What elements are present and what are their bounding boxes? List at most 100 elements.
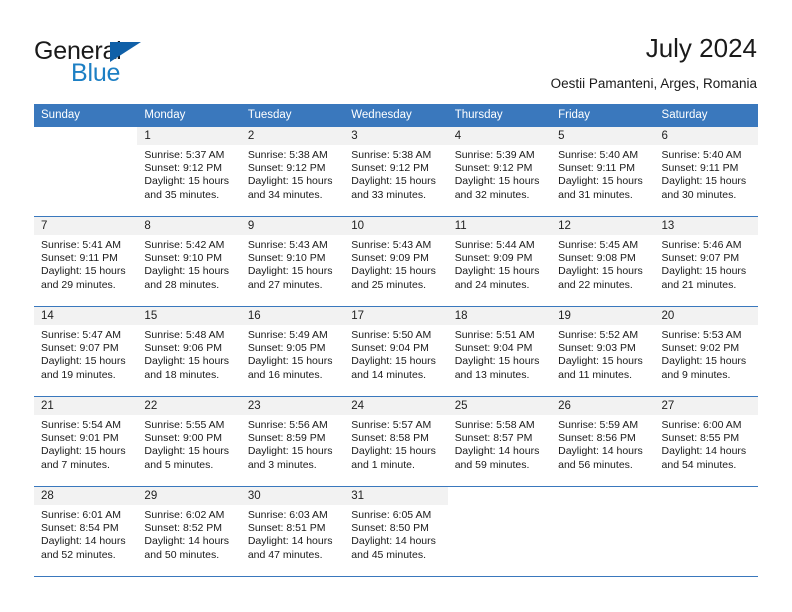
calendar-day-cell[interactable]: 17 Sunrise: 5:50 AM Sunset: 9:04 PM Dayl… bbox=[344, 306, 448, 397]
calendar-day-cell[interactable]: 16 Sunrise: 5:49 AM Sunset: 9:05 PM Dayl… bbox=[240, 306, 345, 397]
day-info: Sunrise: 5:43 AM Sunset: 9:10 PM Dayligh… bbox=[241, 235, 344, 292]
calendar-day-cell[interactable]: 1 Sunrise: 5:37 AM Sunset: 9:12 PM Dayli… bbox=[137, 126, 241, 217]
daylight-text: Daylight: 15 hours and 16 minutes. bbox=[247, 355, 333, 381]
calendar-day-cell[interactable]: 15 Sunrise: 5:48 AM Sunset: 9:06 PM Dayl… bbox=[137, 306, 241, 397]
day-number: 15 bbox=[137, 307, 241, 325]
day-cell-inner: 18 Sunrise: 5:51 AM Sunset: 9:04 PM Dayl… bbox=[447, 307, 552, 396]
calendar-day-cell[interactable]: 12 Sunrise: 5:45 AM Sunset: 9:08 PM Dayl… bbox=[551, 216, 655, 307]
calendar-day-cell[interactable]: 11 Sunrise: 5:44 AM Sunset: 9:09 PM Dayl… bbox=[447, 216, 552, 307]
day-number: 28 bbox=[34, 487, 138, 505]
calendar-day-cell[interactable] bbox=[34, 126, 138, 217]
day-info: Sunrise: 6:00 AM Sunset: 8:55 PM Dayligh… bbox=[655, 415, 758, 472]
daylight-text: Daylight: 15 hours and 14 minutes. bbox=[351, 355, 436, 381]
sunrise-text: Sunrise: 5:53 AM bbox=[661, 329, 742, 341]
calendar-day-cell[interactable]: 6 Sunrise: 5:40 AM Sunset: 9:11 PM Dayli… bbox=[654, 126, 758, 217]
calendar-day-cell[interactable]: 25 Sunrise: 5:58 AM Sunset: 8:57 PM Dayl… bbox=[447, 396, 552, 487]
calendar-day-cell[interactable]: 13 Sunrise: 5:46 AM Sunset: 9:07 PM Dayl… bbox=[654, 216, 758, 307]
sunset-text: Sunset: 9:12 PM bbox=[247, 162, 326, 175]
day-cell-inner: 13 Sunrise: 5:46 AM Sunset: 9:07 PM Dayl… bbox=[654, 217, 758, 306]
day-cell-inner: 10 Sunrise: 5:43 AM Sunset: 9:09 PM Dayl… bbox=[344, 217, 448, 306]
calendar-day-cell[interactable]: 22 Sunrise: 5:55 AM Sunset: 9:00 PM Dayl… bbox=[137, 396, 241, 487]
sunset-text: Sunset: 9:11 PM bbox=[558, 162, 635, 175]
calendar-day-cell[interactable]: 23 Sunrise: 5:56 AM Sunset: 8:59 PM Dayl… bbox=[240, 396, 345, 487]
day-number: 20 bbox=[654, 307, 758, 325]
sunrise-text: Sunrise: 5:42 AM bbox=[144, 239, 225, 251]
day-info: Sunrise: 5:52 AM Sunset: 9:03 PM Dayligh… bbox=[551, 325, 654, 382]
day-number bbox=[34, 127, 138, 145]
calendar-day-cell[interactable]: 18 Sunrise: 5:51 AM Sunset: 9:04 PM Dayl… bbox=[447, 306, 552, 397]
daylight-text: Daylight: 15 hours and 9 minutes. bbox=[661, 355, 747, 381]
day-cell-inner: 30 Sunrise: 6:03 AM Sunset: 8:51 PM Dayl… bbox=[240, 487, 345, 576]
calendar-day-cell[interactable]: 31 Sunrise: 6:05 AM Sunset: 8:50 PM Dayl… bbox=[344, 486, 448, 577]
calendar-day-cell[interactable]: 7 Sunrise: 5:41 AM Sunset: 9:11 PM Dayli… bbox=[34, 216, 138, 307]
sunset-text: Sunset: 9:12 PM bbox=[454, 162, 533, 175]
calendar-day-cell[interactable]: 10 Sunrise: 5:43 AM Sunset: 9:09 PM Dayl… bbox=[344, 216, 448, 307]
calendar-day-cell[interactable]: 26 Sunrise: 5:59 AM Sunset: 8:56 PM Dayl… bbox=[551, 396, 655, 487]
day-cell-inner bbox=[447, 487, 552, 576]
daylight-text: Daylight: 15 hours and 7 minutes. bbox=[41, 445, 126, 471]
sunrise-text: Sunrise: 6:03 AM bbox=[247, 509, 328, 521]
title-block: July 2024 Oestii Pamanteni, Arges, Roman… bbox=[551, 30, 757, 93]
day-info: Sunrise: 5:57 AM Sunset: 8:58 PM Dayligh… bbox=[344, 415, 447, 472]
day-number: 23 bbox=[240, 397, 345, 415]
day-cell-inner: 12 Sunrise: 5:45 AM Sunset: 9:08 PM Dayl… bbox=[551, 217, 655, 306]
day-number bbox=[447, 487, 552, 505]
calendar-day-cell[interactable]: 27 Sunrise: 6:00 AM Sunset: 8:55 PM Dayl… bbox=[654, 396, 758, 487]
day-cell-inner: 28 Sunrise: 6:01 AM Sunset: 8:54 PM Dayl… bbox=[34, 487, 138, 576]
sunset-text: Sunset: 9:11 PM bbox=[41, 252, 118, 265]
sunrise-text: Sunrise: 6:01 AM bbox=[41, 509, 121, 521]
sunset-text: Sunset: 9:06 PM bbox=[144, 342, 223, 355]
calendar-day-cell[interactable]: 2 Sunrise: 5:38 AM Sunset: 9:12 PM Dayli… bbox=[240, 126, 345, 217]
day-cell-inner bbox=[34, 127, 138, 216]
day-cell-inner: 22 Sunrise: 5:55 AM Sunset: 9:00 PM Dayl… bbox=[137, 397, 241, 486]
daylight-text: Daylight: 15 hours and 13 minutes. bbox=[454, 355, 540, 381]
daylight-text: Daylight: 14 hours and 59 minutes. bbox=[454, 445, 540, 471]
daylight-text: Daylight: 15 hours and 35 minutes. bbox=[144, 175, 230, 201]
sunset-text: Sunset: 8:58 PM bbox=[351, 432, 429, 445]
day-cell-inner: 31 Sunrise: 6:05 AM Sunset: 8:50 PM Dayl… bbox=[344, 487, 448, 576]
day-number bbox=[654, 487, 758, 505]
calendar-day-cell[interactable]: 24 Sunrise: 5:57 AM Sunset: 8:58 PM Dayl… bbox=[344, 396, 448, 487]
day-number: 19 bbox=[551, 307, 655, 325]
day-number: 11 bbox=[447, 217, 552, 235]
day-number: 14 bbox=[34, 307, 138, 325]
day-cell-inner: 25 Sunrise: 5:58 AM Sunset: 8:57 PM Dayl… bbox=[447, 397, 552, 486]
sunrise-text: Sunrise: 5:37 AM bbox=[144, 149, 225, 161]
calendar-day-cell[interactable] bbox=[447, 486, 552, 577]
calendar-day-cell[interactable]: 20 Sunrise: 5:53 AM Sunset: 9:02 PM Dayl… bbox=[654, 306, 758, 397]
day-cell-inner bbox=[654, 487, 758, 576]
calendar-day-cell[interactable]: 4 Sunrise: 5:39 AM Sunset: 9:12 PM Dayli… bbox=[447, 126, 552, 217]
general-blue-logo[interactable]: General Blue bbox=[34, 30, 214, 86]
sunset-text: Sunset: 9:12 PM bbox=[144, 162, 223, 175]
day-cell-inner: 11 Sunrise: 5:44 AM Sunset: 9:09 PM Dayl… bbox=[447, 217, 552, 306]
calendar-day-cell[interactable]: 19 Sunrise: 5:52 AM Sunset: 9:03 PM Dayl… bbox=[551, 306, 655, 397]
day-number: 21 bbox=[34, 397, 138, 415]
calendar-day-cell[interactable] bbox=[551, 486, 655, 577]
calendar-day-cell[interactable]: 30 Sunrise: 6:03 AM Sunset: 8:51 PM Dayl… bbox=[240, 486, 345, 577]
sunrise-text: Sunrise: 5:40 AM bbox=[558, 149, 639, 161]
day-number: 30 bbox=[240, 487, 345, 505]
calendar-day-cell[interactable]: 8 Sunrise: 5:42 AM Sunset: 9:10 PM Dayli… bbox=[137, 216, 241, 307]
weekday-header-saturday: Saturday bbox=[654, 104, 758, 127]
sunrise-text: Sunrise: 5:49 AM bbox=[247, 329, 328, 341]
day-info: Sunrise: 5:40 AM Sunset: 9:11 PM Dayligh… bbox=[655, 145, 758, 202]
sunrise-text: Sunrise: 5:47 AM bbox=[41, 329, 121, 341]
day-info: Sunrise: 5:38 AM Sunset: 9:12 PM Dayligh… bbox=[241, 145, 344, 202]
sunrise-text: Sunrise: 5:40 AM bbox=[661, 149, 742, 161]
calendar-day-cell[interactable]: 5 Sunrise: 5:40 AM Sunset: 9:11 PM Dayli… bbox=[551, 126, 655, 217]
calendar-day-cell[interactable]: 3 Sunrise: 5:38 AM Sunset: 9:12 PM Dayli… bbox=[344, 126, 448, 217]
day-info: Sunrise: 6:02 AM Sunset: 8:52 PM Dayligh… bbox=[137, 505, 240, 562]
calendar-day-cell[interactable] bbox=[654, 486, 758, 577]
daylight-text: Daylight: 14 hours and 45 minutes. bbox=[351, 535, 436, 561]
calendar-day-cell[interactable]: 29 Sunrise: 6:02 AM Sunset: 8:52 PM Dayl… bbox=[137, 486, 241, 577]
calendar-day-cell[interactable]: 14 Sunrise: 5:47 AM Sunset: 9:07 PM Dayl… bbox=[34, 306, 138, 397]
calendar-day-cell[interactable]: 21 Sunrise: 5:54 AM Sunset: 9:01 PM Dayl… bbox=[34, 396, 138, 487]
sunrise-text: Sunrise: 6:05 AM bbox=[351, 509, 432, 521]
sunrise-text: Sunrise: 6:02 AM bbox=[144, 509, 225, 521]
day-number: 3 bbox=[344, 127, 448, 145]
daylight-text: Daylight: 15 hours and 31 minutes. bbox=[558, 175, 643, 201]
calendar-day-cell[interactable]: 28 Sunrise: 6:01 AM Sunset: 8:54 PM Dayl… bbox=[34, 486, 138, 577]
sunrise-text: Sunrise: 5:43 AM bbox=[351, 239, 432, 251]
calendar-day-cell[interactable]: 9 Sunrise: 5:43 AM Sunset: 9:10 PM Dayli… bbox=[240, 216, 345, 307]
sunrise-text: Sunrise: 5:56 AM bbox=[247, 419, 328, 431]
